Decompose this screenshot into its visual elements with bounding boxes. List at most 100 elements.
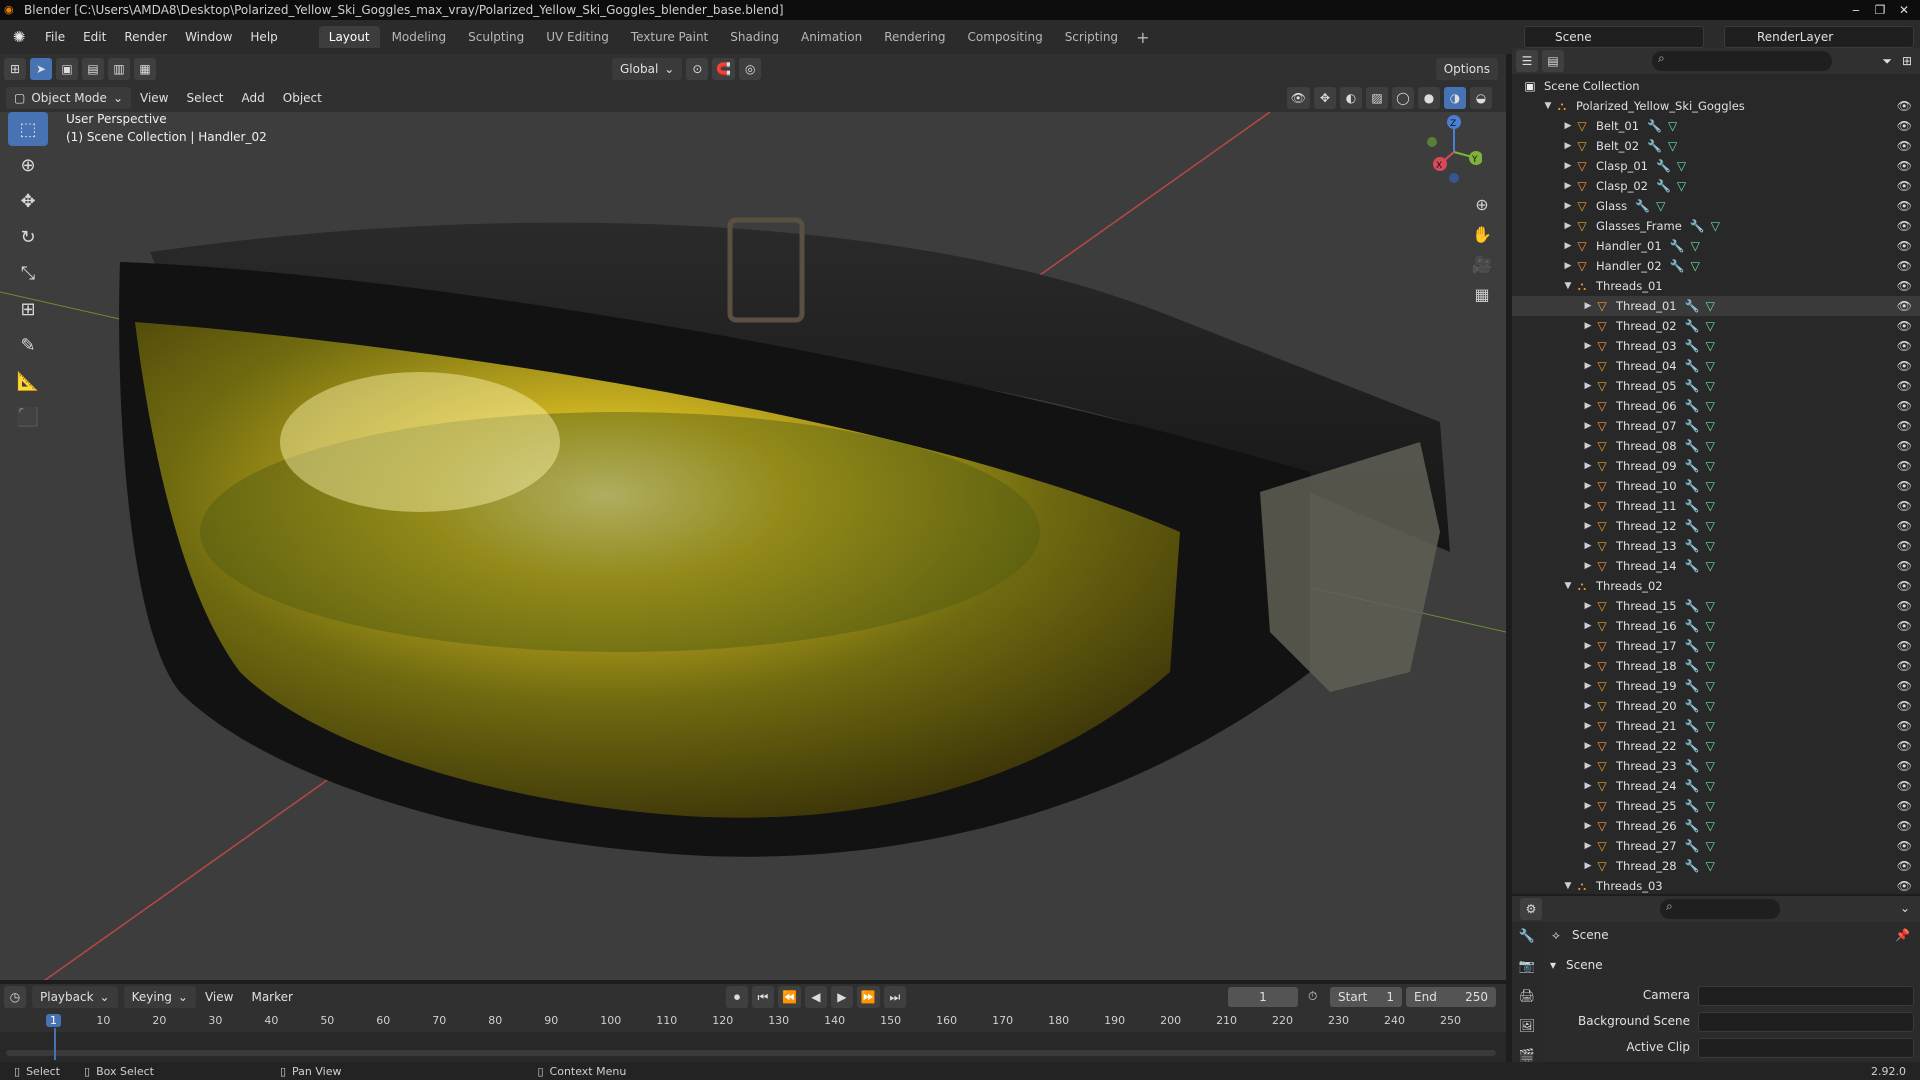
tab-layout[interactable]: Layout xyxy=(318,26,380,48)
end-frame-field[interactable]: End 250 xyxy=(1406,987,1496,1007)
menu-select[interactable]: Select xyxy=(177,87,232,109)
transform-tool-icon[interactable]: ⊞ xyxy=(8,292,48,326)
3d-viewport[interactable]: User Perspective (1) Scene Collection | … xyxy=(0,112,1506,980)
visibility-eye-icon[interactable]: 👁 xyxy=(1897,119,1912,133)
add-workspace-button[interactable]: + xyxy=(1128,28,1157,47)
visibility-eye-icon[interactable]: 👁 xyxy=(1897,99,1912,113)
object-row[interactable]: ▶ ▽ Thread_11 🔧 ▽ 👁 xyxy=(1512,496,1920,516)
object-row[interactable]: ▶ ▽ Thread_08 🔧 ▽ 👁 xyxy=(1512,436,1920,456)
visibility-icon[interactable]: 👁 xyxy=(1286,87,1310,109)
object-row[interactable]: ▶ ▽ Thread_05 🔧 ▽ 👁 xyxy=(1512,376,1920,396)
outliner-editor-type-icon[interactable]: ☰ xyxy=(1516,50,1538,72)
keying-menu[interactable]: Keying ⌄ xyxy=(123,986,196,1008)
stopwatch-icon[interactable]: ⏱ xyxy=(1308,989,1317,1004)
modifier-icon[interactable]: 🔧 xyxy=(1685,839,1700,853)
shading-material-icon[interactable]: ◑ xyxy=(1444,87,1466,109)
object-row[interactable]: ▶ ▽ Thread_26 🔧 ▽ 👁 xyxy=(1512,816,1920,836)
playhead-line[interactable] xyxy=(54,1028,56,1060)
modifier-icon[interactable]: 🔧 xyxy=(1647,119,1662,133)
expand-right-icon[interactable]: ▶ xyxy=(1582,821,1594,831)
mesh-data-icon[interactable]: ▽ xyxy=(1706,859,1715,873)
visibility-eye-icon[interactable]: 👁 xyxy=(1897,259,1912,273)
modifier-icon[interactable]: 🔧 xyxy=(1685,699,1700,713)
filter-icon[interactable]: ⏷ xyxy=(1882,54,1892,69)
background-scene-field[interactable] xyxy=(1698,1012,1914,1032)
visibility-eye-icon[interactable]: 👁 xyxy=(1897,239,1912,253)
visibility-eye-icon[interactable]: 👁 xyxy=(1897,319,1912,333)
collection-row[interactable]: ▼ ⛬ Threads_02 👁 xyxy=(1512,576,1920,596)
modifier-icon[interactable]: 🔧 xyxy=(1685,299,1700,313)
modifier-icon[interactable]: 🔧 xyxy=(1685,519,1700,533)
tab-sculpting[interactable]: Sculpting xyxy=(458,26,534,48)
visibility-eye-icon[interactable]: 👁 xyxy=(1897,399,1912,413)
play-reverse-icon[interactable]: ◀ xyxy=(804,986,827,1008)
output-tab-icon[interactable]: 🖨 xyxy=(1512,982,1542,1012)
properties-search-input[interactable]: ⌕ xyxy=(1660,899,1780,919)
object-row[interactable]: ▶ ▽ Thread_03 🔧 ▽ 👁 xyxy=(1512,336,1920,356)
object-row[interactable]: ▶ ▽ Thread_19 🔧 ▽ 👁 xyxy=(1512,676,1920,696)
expand-right-icon[interactable]: ▶ xyxy=(1582,381,1594,391)
mesh-data-icon[interactable]: ▽ xyxy=(1706,519,1715,533)
object-row[interactable]: ▶ ▽ Thread_24 🔧 ▽ 👁 xyxy=(1512,776,1920,796)
render-tab-icon[interactable]: 📷 xyxy=(1512,952,1542,982)
expand-right-icon[interactable]: ▶ xyxy=(1562,121,1574,131)
expand-right-icon[interactable]: ▶ xyxy=(1582,741,1594,751)
expand-right-icon[interactable]: ▶ xyxy=(1582,401,1594,411)
mesh-data-icon[interactable]: ▽ xyxy=(1706,799,1715,813)
mesh-data-icon[interactable]: ▽ xyxy=(1706,779,1715,793)
perspective-grid-icon[interactable]: ▦ xyxy=(1470,280,1494,310)
expand-right-icon[interactable]: ▶ xyxy=(1582,761,1594,771)
visibility-eye-icon[interactable]: 👁 xyxy=(1897,879,1912,893)
expand-right-icon[interactable]: ▶ xyxy=(1562,241,1574,251)
modifier-icon[interactable]: 🔧 xyxy=(1685,639,1700,653)
modifier-icon[interactable]: 🔧 xyxy=(1685,739,1700,753)
modifier-icon[interactable]: 🔧 xyxy=(1685,859,1700,873)
gizmo-toggle-icon[interactable]: ✥ xyxy=(1314,87,1336,109)
modifier-icon[interactable]: 🔧 xyxy=(1656,179,1671,193)
modifier-icon[interactable]: 🔧 xyxy=(1685,479,1700,493)
shading-solid-icon[interactable]: ● xyxy=(1418,87,1440,109)
object-row[interactable]: ▶ ▽ Clasp_01 🔧 ▽ 👁 xyxy=(1512,156,1920,176)
menu-file[interactable]: File xyxy=(36,25,74,49)
modifier-icon[interactable]: 🔧 xyxy=(1685,679,1700,693)
modifier-icon[interactable]: 🔧 xyxy=(1635,199,1650,213)
scene-collection-row[interactable]: ▣ Scene Collection xyxy=(1512,76,1920,96)
jump-end-icon[interactable]: ⏭ xyxy=(883,986,906,1008)
cursor-tool-icon[interactable]: ⊕ xyxy=(8,148,48,182)
tab-texture-paint[interactable]: Texture Paint xyxy=(621,26,718,48)
expand-right-icon[interactable]: ▶ xyxy=(1582,481,1594,491)
timeline-marker-menu[interactable]: Marker xyxy=(242,986,301,1008)
mesh-data-icon[interactable]: ▽ xyxy=(1706,379,1715,393)
object-row[interactable]: ▶ ▽ Thread_23 🔧 ▽ 👁 xyxy=(1512,756,1920,776)
menu-view[interactable]: View xyxy=(131,87,177,109)
modifier-icon[interactable]: 🔧 xyxy=(1685,759,1700,773)
mesh-data-icon[interactable]: ▽ xyxy=(1706,359,1715,373)
options-dropdown[interactable]: Options xyxy=(1435,58,1498,80)
modifier-icon[interactable]: 🔧 xyxy=(1685,359,1700,373)
mesh-data-icon[interactable]: ▽ xyxy=(1706,759,1715,773)
modifier-icon[interactable]: 🔧 xyxy=(1685,619,1700,633)
mesh-data-icon[interactable]: ▽ xyxy=(1706,439,1715,453)
object-row[interactable]: ▶ ▽ Thread_07 🔧 ▽ 👁 xyxy=(1512,416,1920,436)
visibility-eye-icon[interactable]: 👁 xyxy=(1897,819,1912,833)
mesh-data-icon[interactable]: ▽ xyxy=(1706,599,1715,613)
measure-tool-icon[interactable]: 📐 xyxy=(8,364,48,398)
zoom-icon[interactable]: ⊕ xyxy=(1470,190,1494,220)
modifier-icon[interactable]: 🔧 xyxy=(1670,259,1685,273)
object-row[interactable]: ▶ ▽ Thread_02 🔧 ▽ 👁 xyxy=(1512,316,1920,336)
visibility-eye-icon[interactable]: 👁 xyxy=(1897,359,1912,373)
display-mode-icon[interactable]: ▤ xyxy=(1542,50,1564,72)
modifier-icon[interactable]: 🔧 xyxy=(1685,659,1700,673)
view-layer-tab-icon[interactable]: 🖼 xyxy=(1512,1012,1542,1042)
mesh-data-icon[interactable]: ▽ xyxy=(1706,679,1715,693)
mesh-data-icon[interactable]: ▽ xyxy=(1656,199,1665,213)
tab-compositing[interactable]: Compositing xyxy=(957,26,1052,48)
object-mode-dropdown[interactable]: ▢ Object Mode ⌄ xyxy=(6,87,131,109)
visibility-eye-icon[interactable]: 👁 xyxy=(1897,519,1912,533)
expand-right-icon[interactable]: ▶ xyxy=(1562,201,1574,211)
visibility-eye-icon[interactable]: 👁 xyxy=(1897,699,1912,713)
visibility-eye-icon[interactable]: 👁 xyxy=(1897,299,1912,313)
mesh-data-icon[interactable]: ▽ xyxy=(1706,719,1715,733)
modifier-icon[interactable]: 🔧 xyxy=(1670,239,1685,253)
modifier-icon[interactable]: 🔧 xyxy=(1685,419,1700,433)
